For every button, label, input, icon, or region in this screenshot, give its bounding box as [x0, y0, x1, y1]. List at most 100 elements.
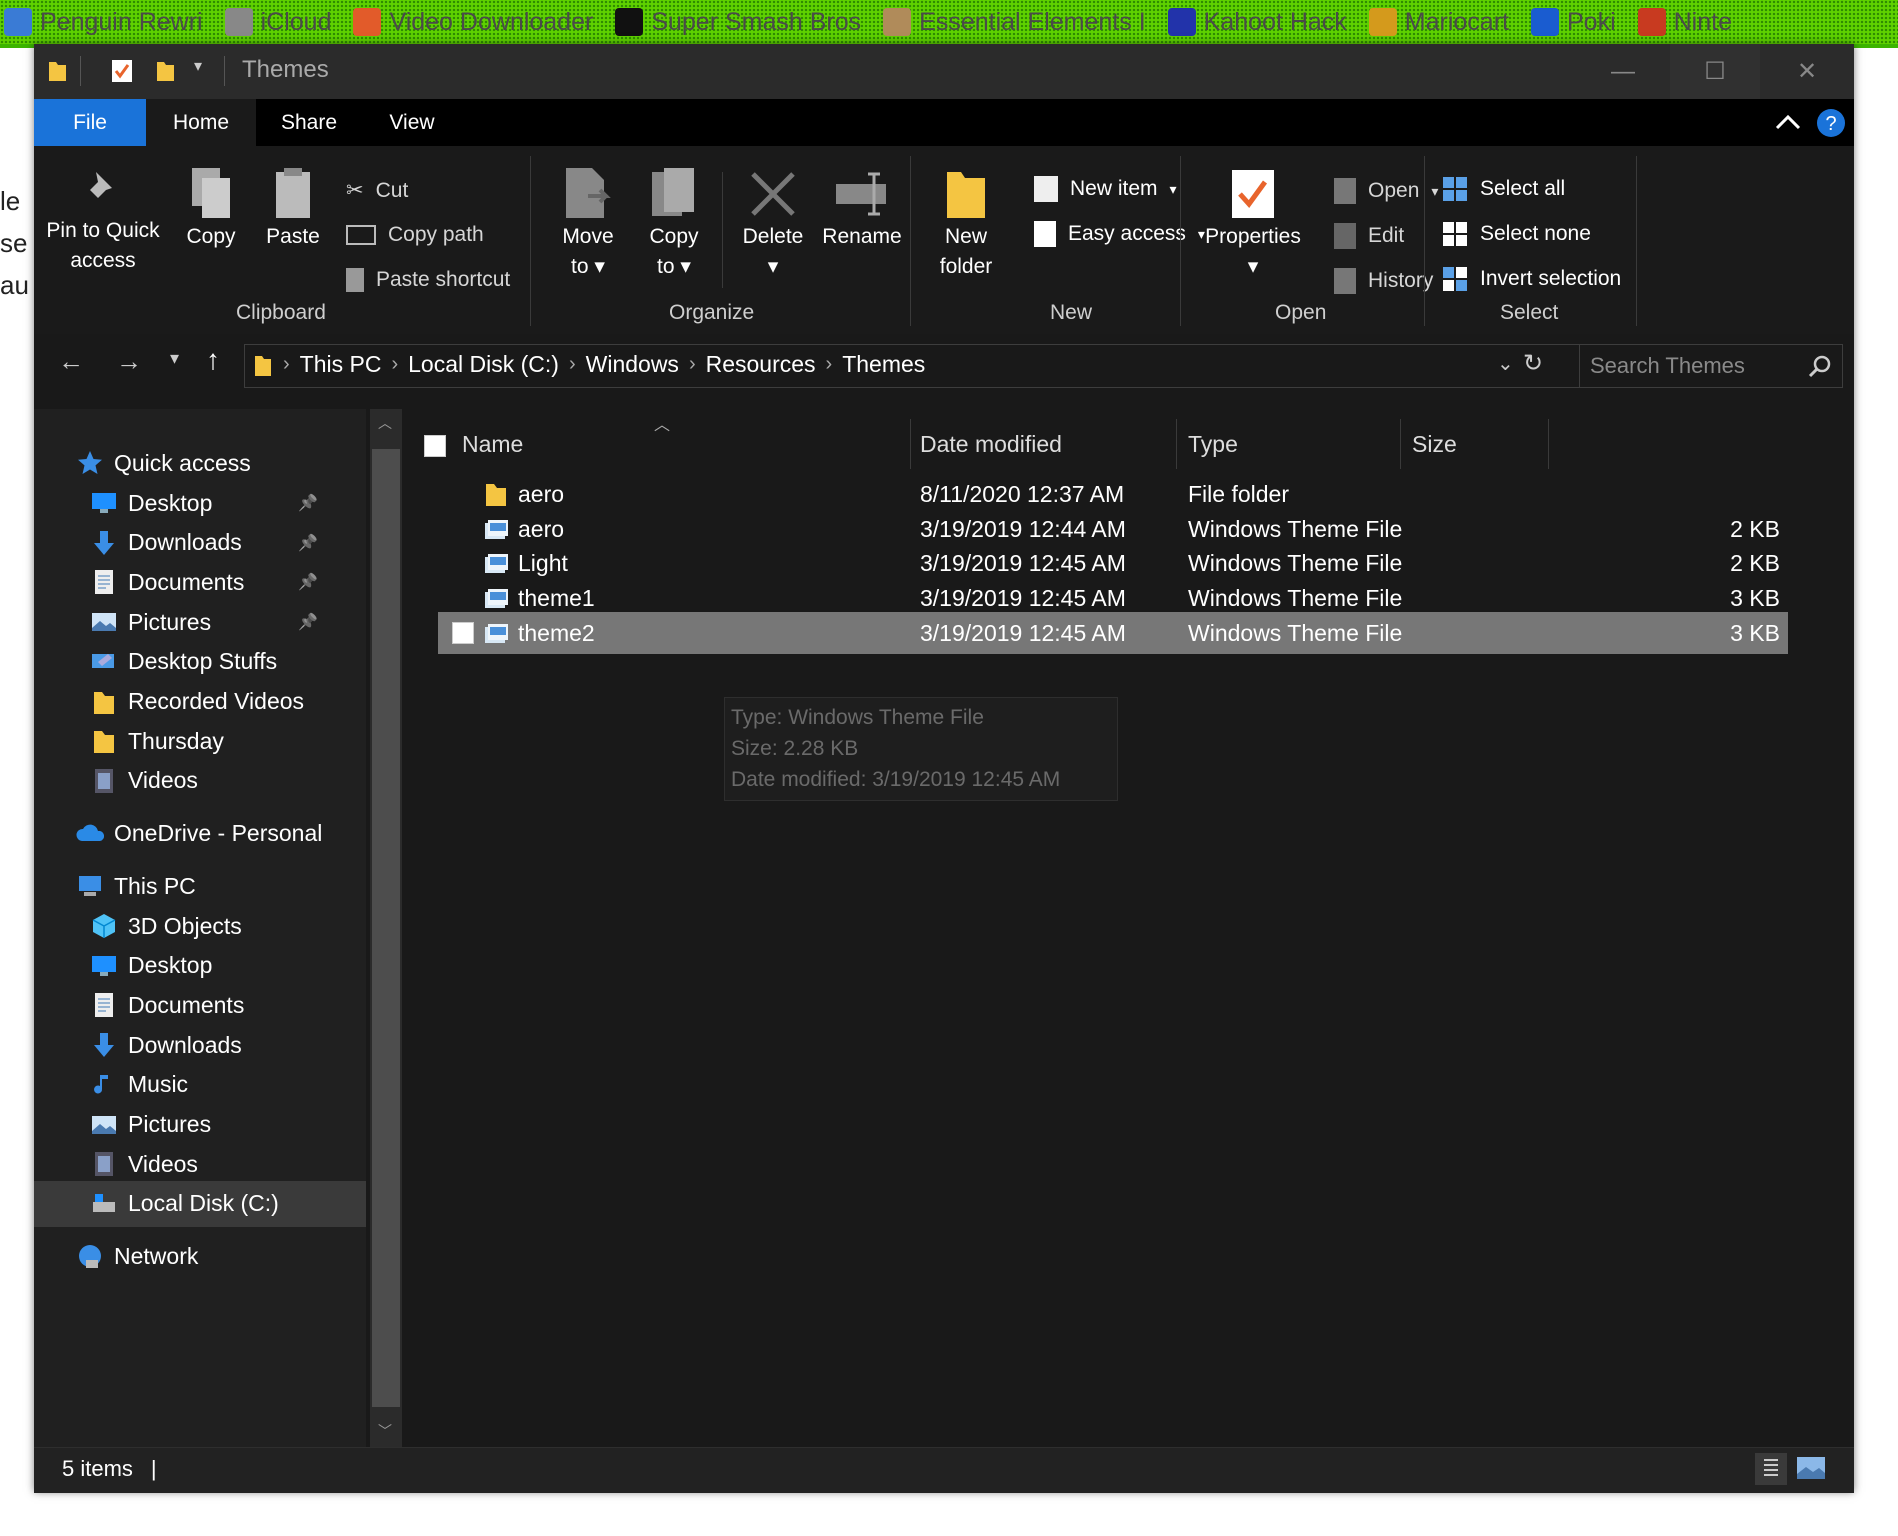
paste-shortcut-button[interactable]: Paste shortcut — [346, 268, 510, 292]
column-divider[interactable] — [1548, 419, 1549, 469]
new-folder-button[interactable]: New folder — [914, 166, 1018, 282]
column-header-type[interactable]: Type — [1188, 424, 1238, 464]
theme-file-icon — [485, 623, 508, 643]
breadcrumb-themes[interactable]: Themes — [842, 351, 925, 378]
column-divider[interactable] — [1400, 419, 1401, 469]
breadcrumb-this-pc[interactable]: This PC — [300, 351, 382, 378]
open-button[interactable]: Open ▾ — [1334, 178, 1438, 204]
nav-item-quick[interactable]: Videos — [34, 758, 366, 804]
delete-button[interactable]: Delete ▾ — [728, 166, 818, 282]
collapse-ribbon-icon[interactable] — [1774, 111, 1802, 133]
details-view-icon[interactable] — [1754, 1452, 1788, 1486]
tab-home[interactable]: Home — [146, 99, 256, 146]
select-none-button[interactable]: Select none — [1442, 221, 1591, 247]
new-folder-quick-icon[interactable] — [154, 58, 176, 84]
move-to-button[interactable]: Move to ▾ — [546, 166, 630, 282]
nav-item-label: Videos — [128, 1150, 198, 1177]
pin-icon[interactable]: 📌 — [298, 533, 318, 553]
select-all-button[interactable]: Select all — [1442, 176, 1565, 202]
this-pc-icon — [76, 872, 104, 900]
nav-item-label: Pictures — [128, 1111, 212, 1137]
folder-icon — [90, 688, 118, 716]
back-arrow-icon[interactable]: ← — [58, 346, 84, 377]
history-button[interactable]: History — [1334, 268, 1433, 294]
up-arrow-icon[interactable]: ↑ — [206, 344, 220, 376]
nav-network[interactable]: Network — [34, 1233, 366, 1279]
search-input[interactable]: Search Themes — [1590, 353, 1745, 379]
bookmark-item[interactable]: Video Downloader — [353, 8, 593, 37]
theme-file-icon — [485, 519, 508, 539]
bookmark-item[interactable]: Poki — [1530, 8, 1616, 37]
recent-locations-icon[interactable]: ▾ — [170, 348, 179, 369]
breadcrumb-resources[interactable]: Resources — [706, 351, 816, 378]
bookmark-item[interactable]: Super Smash Bros — [615, 8, 861, 37]
status-bar: 5 items | — [34, 1447, 1854, 1493]
folder-icon[interactable] — [46, 58, 68, 84]
clipboard-group-label: Clipboard — [236, 301, 326, 324]
paste-shortcut-icon — [346, 268, 364, 292]
column-header-name[interactable]: Name — [462, 424, 523, 464]
scrollbar-thumb[interactable] — [372, 449, 400, 1407]
bookmark-item[interactable]: Kahoot Hack — [1167, 8, 1347, 37]
background-page-text: se — [0, 228, 28, 258]
properties-button[interactable]: Properties ▾ — [1188, 166, 1318, 282]
chevron-right-icon: › — [568, 353, 576, 375]
search-box[interactable]: Search Themes — [1579, 344, 1843, 388]
address-bar[interactable]: › This PC › Local Disk (C:) › Windows › … — [244, 344, 1602, 388]
column-header-date-modified[interactable]: Date modified — [920, 424, 1062, 464]
pin-icon[interactable]: 📌 — [298, 493, 318, 513]
file-row[interactable]: theme2 3/19/2019 12:45 AM Windows Theme Fi… — [438, 611, 1788, 654]
close-button[interactable]: ✕ — [1762, 44, 1852, 99]
copy-label: Copy — [186, 225, 236, 248]
select-all-checkbox[interactable] — [424, 435, 446, 457]
address-dropdown-icon[interactable]: ⌄ — [1497, 351, 1514, 376]
breadcrumb-local-disk[interactable]: Local Disk (C:) — [408, 351, 559, 378]
minimize-button[interactable]: — — [1578, 44, 1668, 99]
help-icon[interactable]: ? — [1816, 108, 1846, 138]
customize-quick-access-icon[interactable]: ▾ — [194, 56, 202, 76]
bookmark-item[interactable]: Mariocart — [1368, 8, 1509, 37]
pin-to-quick-access-button[interactable]: Pin to Quick access — [42, 166, 164, 276]
large-icons-view-icon[interactable] — [1796, 1456, 1826, 1480]
copy-to-button[interactable]: Copy to ▾ — [634, 166, 714, 282]
tab-file[interactable]: File — [34, 99, 146, 146]
column-header-size[interactable]: Size — [1412, 424, 1457, 464]
new-item-button[interactable]: New item ▾ — [1034, 176, 1177, 202]
file-size: 3 KB — [1730, 619, 1780, 646]
copy-button[interactable]: Copy — [174, 166, 248, 252]
nav-item-pc[interactable]: Local Disk (C:) — [34, 1180, 366, 1227]
nav-item-label: Thursday — [128, 727, 224, 754]
row-checkbox[interactable] — [452, 621, 474, 644]
navigation-scrollbar[interactable]: ︿ ﹀ — [370, 409, 402, 1447]
column-divider[interactable] — [910, 419, 911, 469]
nav-onedrive[interactable]: OneDrive - Personal — [34, 810, 366, 856]
tab-view[interactable]: View — [362, 99, 462, 146]
copy-path-button[interactable]: Copy path — [346, 223, 484, 247]
invert-selection-button[interactable]: Invert selection — [1442, 266, 1621, 292]
column-divider[interactable] — [1176, 419, 1177, 469]
edit-label: Edit — [1368, 224, 1405, 247]
desktop-icon — [90, 952, 118, 980]
pin-icon[interactable]: 📌 — [298, 612, 318, 632]
breadcrumb-windows[interactable]: Windows — [586, 351, 679, 378]
scroll-up-icon[interactable]: ︿ — [378, 413, 392, 433]
bookmark-item[interactable]: iCloud — [224, 8, 331, 37]
chevron-down-icon: ▾ — [1169, 180, 1177, 197]
tab-share[interactable]: Share — [256, 99, 362, 146]
maximize-button[interactable]: ☐ — [1670, 44, 1760, 99]
documents-icon — [90, 991, 118, 1019]
edit-button[interactable]: Edit — [1334, 223, 1404, 249]
refresh-icon[interactable]: ↻ — [1523, 349, 1543, 378]
maximize-icon: ☐ — [1704, 58, 1726, 85]
cut-button[interactable]: ✂ Cut — [346, 178, 408, 203]
scroll-down-icon[interactable]: ﹀ — [378, 1421, 392, 1441]
bookmark-item[interactable]: Essential Elements I — [883, 8, 1146, 37]
forward-arrow-icon[interactable]: → — [116, 346, 142, 377]
paste-button[interactable]: Paste — [256, 166, 330, 252]
pin-icon[interactable]: 📌 — [298, 572, 318, 592]
rename-button[interactable]: Rename — [812, 166, 912, 252]
star-icon — [76, 449, 104, 477]
properties-quick-icon[interactable] — [110, 58, 134, 84]
bookmark-item[interactable]: Ninte — [1637, 8, 1732, 37]
bookmark-item[interactable]: Penguin Rewri — [4, 8, 203, 37]
